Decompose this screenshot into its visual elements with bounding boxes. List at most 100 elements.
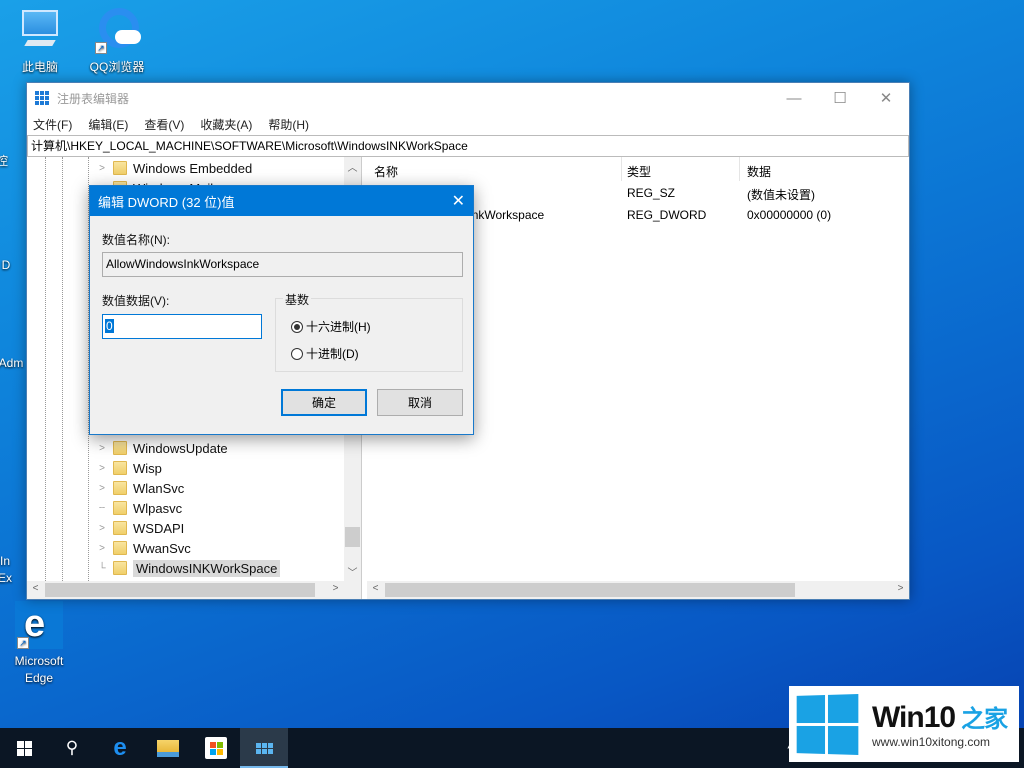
search-button[interactable]: ⚲ [48,728,96,768]
expand-chevron-icon[interactable]: > [95,443,109,454]
value-name-label: 数值名称(N): [102,233,170,247]
radio-decimal[interactable]: 十进制(D) [291,345,359,362]
desktop-icon-label: 控 [0,154,8,168]
radio-label: 十进制(D) [306,347,359,361]
close-button[interactable]: ✕ [863,83,909,113]
minimize-icon: — [786,89,802,107]
column-header-type[interactable]: 类型 [627,163,651,180]
expand-chevron-icon[interactable]: > [95,463,109,474]
tree-node-wisp[interactable]: > Wisp [95,458,162,478]
taskbar-store[interactable] [192,728,240,768]
tree-node-windows-embedded[interactable]: > Windows Embedded [95,158,252,178]
scrollbar-thumb[interactable] [45,583,315,597]
search-icon: ⚲ [65,738,79,757]
scrollbar-thumb[interactable] [385,583,795,597]
column-header-name[interactable]: 名称 [374,163,398,180]
value-data: 0x00000000 (0) [747,208,832,222]
column-divider[interactable] [739,157,740,181]
radio-checked-icon [291,320,303,333]
radio-hexadecimal[interactable]: 十六进制(H) [291,318,371,335]
tree-node-wlpasvc[interactable]: ┄ Wlpasvc [95,498,182,518]
desktop-icon-label: D [1,258,11,272]
radio-unchecked-icon [291,347,303,360]
watermark: Win10 之家 www.win10xitong.com [789,686,1019,762]
value-name-field[interactable]: AllowWindowsInkWorkspace [102,252,463,277]
folder-icon [113,501,127,515]
scroll-up-icon[interactable]: ︿ [344,159,361,174]
folder-icon [113,561,127,575]
desktop-icon-partial-d[interactable]: D [0,258,26,272]
taskbar-edge[interactable]: e [96,728,144,768]
radio-label: 十六进制(H) [306,320,371,334]
shortcut-arrow-icon: ↗ [17,637,29,649]
regedit-app-icon [35,91,49,105]
tree-node-wlansvc[interactable]: > WlanSvc [95,478,184,498]
dialog-title: 编辑 DWORD (32 位)值 [98,194,235,210]
folder-icon [113,161,127,175]
folder-icon [113,541,127,555]
desktop-icon-qq-browser[interactable]: ↗ QQ浏览器 [82,6,152,75]
folder-icon [113,481,127,495]
value-data-label: 数值数据(V): [102,294,170,308]
desktop-icon-label: 此电脑 [21,60,58,74]
tree-horizontal-scrollbar[interactable]: < > [27,581,361,599]
dialog-close-icon[interactable]: ✕ [452,191,465,211]
menu-file[interactable]: 文件(F) [33,116,72,133]
tree-connector: ┄ [98,502,106,514]
scroll-left-icon[interactable]: < [27,583,44,594]
desktop-icon-edge[interactable]: e ↗ Microsoft Edge [4,601,74,687]
scroll-right-icon[interactable]: > [327,583,344,594]
desktop-icon-partial-control[interactable]: 控 [0,152,22,169]
windows-logo-icon [16,740,32,756]
scroll-down-icon[interactable]: ﹀ [344,564,361,579]
tree-node-windowsinkworkspace[interactable]: └ WindowsINKWorkSpace [95,558,281,578]
desktop-icon-this-pc[interactable]: 此电脑 [5,6,75,75]
column-divider[interactable] [621,157,622,181]
value-type: REG_SZ [627,186,676,200]
minimize-button[interactable]: — [771,83,817,113]
tree-node-windowsupdate[interactable]: > WindowsUpdate [95,438,228,458]
expand-chevron-icon[interactable]: > [95,163,109,174]
start-button[interactable] [0,728,48,768]
folder-icon [113,461,127,475]
value-data-input[interactable]: 0 [102,314,262,339]
expand-chevron-icon[interactable]: > [95,543,109,554]
watermark-brand: Win10 [872,701,956,734]
list-horizontal-scrollbar[interactable]: < > [367,581,909,599]
base-label: 基数 [283,291,312,308]
menu-favorites[interactable]: 收藏夹(A) [200,116,252,133]
menu-view[interactable]: 查看(V) [144,116,184,133]
tree-connector: └ [98,562,106,574]
value-data: (数值未设置) [747,188,815,202]
folder-icon [113,441,127,455]
dialog-title-bar[interactable]: 编辑 DWORD (32 位)值 ✕ [90,186,473,216]
watermark-url: www.win10xitong.com [872,735,991,749]
watermark-brand-cn: 之家 [961,706,1008,733]
tree-node-wsdapi[interactable]: > WSDAPI [95,518,184,538]
edit-dword-dialog: 编辑 DWORD (32 位)值 ✕ 数值名称(N): AllowWindows… [89,185,474,435]
value-type: REG_DWORD [627,208,707,222]
edge-icon: e [113,734,127,761]
scrollbar-thumb[interactable] [345,527,360,547]
qq-browser-icon: ↗ [93,6,141,54]
ok-button[interactable]: 确定 [281,389,367,416]
address-bar[interactable]: 计算机\HKEY_LOCAL_MACHINE\SOFTWARE\Microsof… [27,135,909,157]
cancel-button[interactable]: 取消 [377,389,463,416]
window-title: 注册表编辑器 [57,91,130,106]
expand-chevron-icon[interactable]: > [95,523,109,534]
taskbar-regedit[interactable] [240,728,288,768]
menu-edit[interactable]: 编辑(E) [88,116,128,133]
taskbar-file-explorer[interactable] [144,728,192,768]
computer-icon [16,6,64,54]
expand-chevron-icon[interactable]: > [95,483,109,494]
menu-help[interactable]: 帮助(H) [268,116,309,133]
scroll-left-icon[interactable]: < [367,583,384,594]
folder-icon [113,521,127,535]
desktop-icon-label: Microsoft Edge [14,654,64,685]
scroll-right-icon[interactable]: > [892,583,909,594]
value-data-text: 0 [105,319,114,333]
edge-icon: e ↗ [15,601,63,649]
maximize-button[interactable]: ☐ [817,83,863,113]
tree-node-wwansvc[interactable]: > WwanSvc [95,538,191,558]
column-header-data[interactable]: 数据 [747,163,771,180]
